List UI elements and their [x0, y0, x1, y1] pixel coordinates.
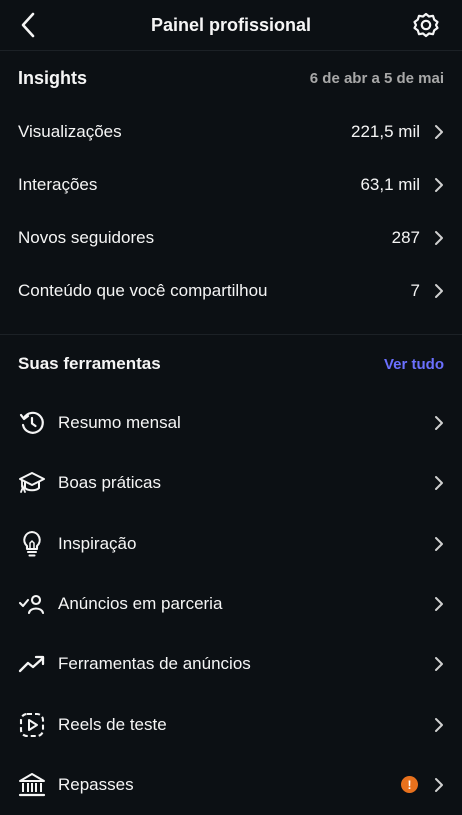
metric-label: Novos seguidores	[18, 227, 155, 247]
settings-gear-icon[interactable]	[412, 11, 440, 39]
tool-label: Inspiração	[58, 533, 137, 553]
tool-item-ad-tools[interactable]: Ferramentas de anúncios	[0, 634, 462, 694]
tool-item-inspiration[interactable]: Inspiração	[0, 514, 462, 574]
metric-row-content-shared[interactable]: Conteúdo que você compartilhou 7	[0, 264, 462, 317]
insights-list: Visualizações 221,5 mil Interações 63,1 …	[0, 105, 462, 317]
tool-label: Boas práticas	[58, 473, 161, 493]
trending-up-icon	[18, 650, 46, 678]
partner-check-person-icon	[18, 590, 46, 618]
tools-title: Suas ferramentas	[18, 354, 161, 373]
tool-item-best-practices[interactable]: Boas práticas	[0, 453, 462, 513]
tool-label: Anúncios em parceria	[58, 594, 223, 614]
chevron-right-icon	[434, 124, 444, 140]
tools-list: Resumo mensal Boas práticas Inspiração A…	[0, 393, 462, 815]
metric-value: 287	[391, 227, 420, 247]
insights-title: Insights	[18, 67, 88, 88]
tool-label: Reels de teste	[58, 714, 167, 734]
tool-item-partnership-ads[interactable]: Anúncios em parceria	[0, 574, 462, 634]
metric-label: Conteúdo que você compartilhou	[18, 280, 268, 300]
see-all-link[interactable]: Ver tudo	[384, 356, 444, 373]
chevron-right-icon	[434, 283, 444, 299]
insights-header: Insights 6 de abr a 5 de mai	[0, 51, 462, 105]
tool-label: Ferramentas de anúncios	[58, 654, 251, 674]
metric-value: 63,1 mil	[360, 174, 420, 194]
tool-item-trial-reels[interactable]: Reels de teste	[0, 694, 462, 754]
chevron-right-icon	[434, 475, 444, 491]
metric-label: Interações	[18, 174, 98, 194]
bank-icon	[18, 771, 46, 799]
chevron-right-icon	[434, 717, 444, 733]
lightbulb-icon	[18, 530, 46, 558]
alert-badge: !	[401, 776, 418, 794]
reels-test-icon	[18, 711, 46, 739]
chevron-right-icon	[434, 177, 444, 193]
chevron-right-icon	[434, 230, 444, 246]
tool-item-payouts[interactable]: Repasses !	[0, 755, 462, 815]
metric-row-interactions[interactable]: Interações 63,1 mil	[0, 158, 462, 211]
chevron-right-icon	[434, 536, 444, 552]
history-clock-icon	[18, 409, 46, 437]
chevron-right-icon	[434, 415, 444, 431]
header: Painel profissional	[0, 0, 462, 51]
date-range[interactable]: 6 de abr a 5 de mai	[310, 70, 444, 87]
metric-label: Visualizações	[18, 121, 122, 141]
tool-label: Resumo mensal	[58, 413, 181, 433]
chevron-right-icon	[434, 596, 444, 612]
metric-value: 7	[410, 280, 420, 300]
page-title: Painel profissional	[150, 14, 312, 35]
metric-row-views[interactable]: Visualizações 221,5 mil	[0, 105, 462, 158]
metric-row-new-followers[interactable]: Novos seguidores 287	[0, 211, 462, 264]
chevron-right-icon	[434, 656, 444, 672]
metric-value: 221,5 mil	[351, 121, 420, 141]
tool-item-monthly-summary[interactable]: Resumo mensal	[0, 393, 462, 453]
chevron-right-icon	[434, 777, 444, 793]
tools-header: Suas ferramentas Ver tudo	[0, 335, 462, 393]
back-arrow-icon[interactable]	[14, 10, 42, 40]
tool-label: Repasses	[58, 774, 134, 794]
graduation-cap-icon	[18, 469, 46, 497]
